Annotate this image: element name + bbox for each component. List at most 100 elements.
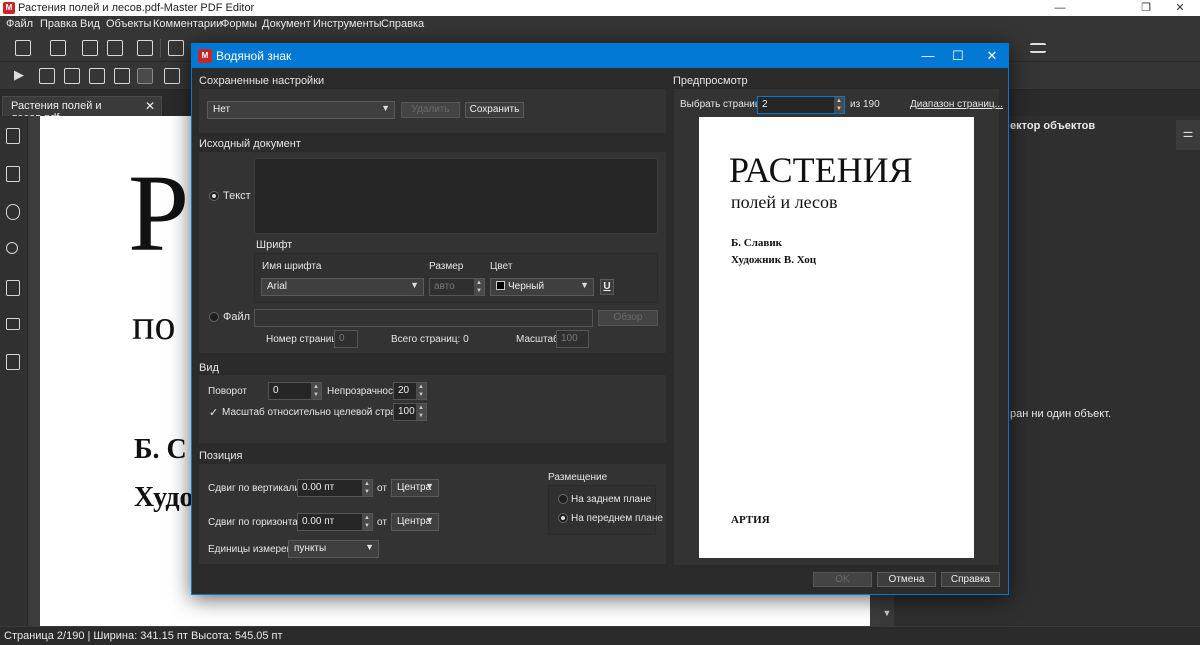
email-icon[interactable] [137,40,153,56]
vertical-anchor-select[interactable]: Центра ▼ [391,479,439,497]
file-radio-label: Файл [223,311,251,323]
layers-panel-icon[interactable] [6,280,20,296]
close-icon[interactable]: ✕ [1160,0,1200,16]
saved-settings-value: Нет [213,104,231,115]
page-number-field[interactable]: 0 [334,330,358,348]
font-section-title: Шрифт [256,239,293,251]
crop-icon[interactable] [89,68,105,84]
scale-label: Масштаб [516,334,559,345]
ok-button[interactable]: OK [813,572,872,587]
menu-icon[interactable] [1030,43,1046,53]
saved-settings-select[interactable]: Нет ▼ [207,101,395,119]
menu-view[interactable]: Вид [80,18,100,30]
search-icon[interactable] [6,242,18,254]
horizontal-anchor-select[interactable]: Центра ▼ [391,513,439,531]
dialog-maximize-icon[interactable]: ☐ [944,47,972,65]
bookmarks-panel-icon[interactable] [6,166,20,182]
cancel-button[interactable]: Отмена [877,572,936,587]
text-tool-icon[interactable] [39,68,55,84]
horizontal-shift-label: Сдвиг по горизонтали [208,517,310,528]
preview-publisher: АРТИЯ [731,514,770,526]
menu-document[interactable]: Документ [262,18,311,30]
close-tab-icon[interactable]: ✕ [145,99,155,113]
select-page-label: Выбрать страницу [680,99,766,110]
save-icon[interactable] [82,40,98,56]
font-name-select[interactable]: Arial ▼ [261,278,424,296]
relative-scale-value: 100 [398,406,415,417]
delete-preset-button[interactable]: Удалить [401,102,460,118]
preview-artist: Художник В. Хоц [731,254,817,266]
menu-forms[interactable]: Формы [221,18,257,30]
dialog-minimize-icon[interactable]: — [914,47,942,65]
attachments-panel-icon[interactable] [6,204,20,220]
color-value: Черный [508,281,545,292]
spin-arrows-icon: ▲ ▼ [416,404,426,420]
watermark-text-input[interactable] [254,158,658,234]
page-range-link[interactable]: Диапазон страниц... [910,99,1003,110]
menu-edit[interactable]: Правка [40,18,77,30]
panel-settings-icon[interactable]: ⚌ [1176,120,1200,150]
underline-button[interactable]: U [600,279,614,295]
pages-panel-icon[interactable] [6,128,20,144]
zoom-tool-icon[interactable] [164,68,180,84]
placement-title: Размещение [548,472,608,483]
doc-line-4: Худо [134,482,194,513]
select-cursor-icon[interactable]: ▶ [14,67,30,83]
spin-arrows-icon: ▲ ▼ [362,480,372,496]
background-radio[interactable] [558,494,568,504]
horizontal-shift-value: 0.00 пт [302,516,335,527]
opacity-field[interactable]: 20 ▲ ▼ [393,382,427,400]
new-document-icon[interactable] [15,40,31,56]
foreground-label: На переднем плане [571,513,663,524]
rotation-value: 0 [273,385,279,396]
print-icon[interactable] [168,40,184,56]
dialog-close-icon[interactable]: ✕ [978,47,1006,65]
thumbnails-panel-icon[interactable] [6,354,20,370]
dialog-app-icon: M [198,49,212,63]
object-inspector-message: ран ни один объект. [1010,408,1112,420]
doc-big-letter: Р [128,152,190,274]
menu-tools[interactable]: Инструменты [313,18,382,30]
preview-author: Б. Славик [731,237,783,249]
scale-field[interactable]: 100 [556,330,589,348]
menu-file[interactable]: Файл [6,18,33,30]
foreground-radio[interactable] [558,513,568,523]
relative-scale-checkbox[interactable]: ✓ [209,406,218,419]
total-pages-value: 190 [863,99,880,110]
vertical-shift-label: Сдвиг по вертикали [208,483,300,494]
file-path-input[interactable] [254,309,593,327]
vertical-shift-field[interactable]: 0.00 пт ▲ ▼ [297,479,373,497]
menu-objects[interactable]: Объекты [106,18,151,30]
color-label: Цвет [490,261,513,272]
edit-text-icon[interactable] [64,68,80,84]
signatures-panel-icon[interactable] [6,318,20,330]
relative-scale-field[interactable]: 100 ▲ ▼ [393,403,427,421]
save-preset-button[interactable]: Сохранить [465,102,524,118]
minimize-icon[interactable]: — [1040,0,1080,16]
text-radio[interactable] [209,191,219,201]
menu-comments[interactable]: Комментарии [153,18,222,30]
color-select[interactable]: Черный ▼ [490,278,594,296]
preview-page-field[interactable]: 2 ▲ ▼ [757,96,845,114]
browse-button[interactable]: Обзор [598,310,658,326]
menu-help[interactable]: Справка [381,18,424,30]
horizontal-shift-field[interactable]: 0.00 пт ▲ ▼ [297,513,373,531]
text-radio-label: Текст [223,190,251,202]
scroll-down-icon[interactable]: ▼ [880,608,894,624]
help-button[interactable]: Справка [941,572,1000,587]
save-as-icon[interactable] [107,40,123,56]
file-radio[interactable] [209,312,219,322]
units-select[interactable]: пункты ▼ [288,540,379,558]
size-label: Размер [429,261,464,272]
rotation-field[interactable]: 0 ▲ ▼ [268,382,322,400]
form-icon[interactable] [114,68,130,84]
hand-tool-icon[interactable] [137,68,153,84]
source-document-title: Исходный документ [199,138,301,150]
view-title: Вид [199,362,219,374]
open-folder-icon[interactable] [50,40,66,56]
position-title: Позиция [199,450,243,462]
document-tab[interactable]: Растения полей и лесов.pdf ✕ [2,96,162,124]
background-label: На заднем плане [571,494,652,505]
font-size-field[interactable]: авто ▲ ▼ [429,278,485,296]
vertical-from-label: от [377,483,387,494]
